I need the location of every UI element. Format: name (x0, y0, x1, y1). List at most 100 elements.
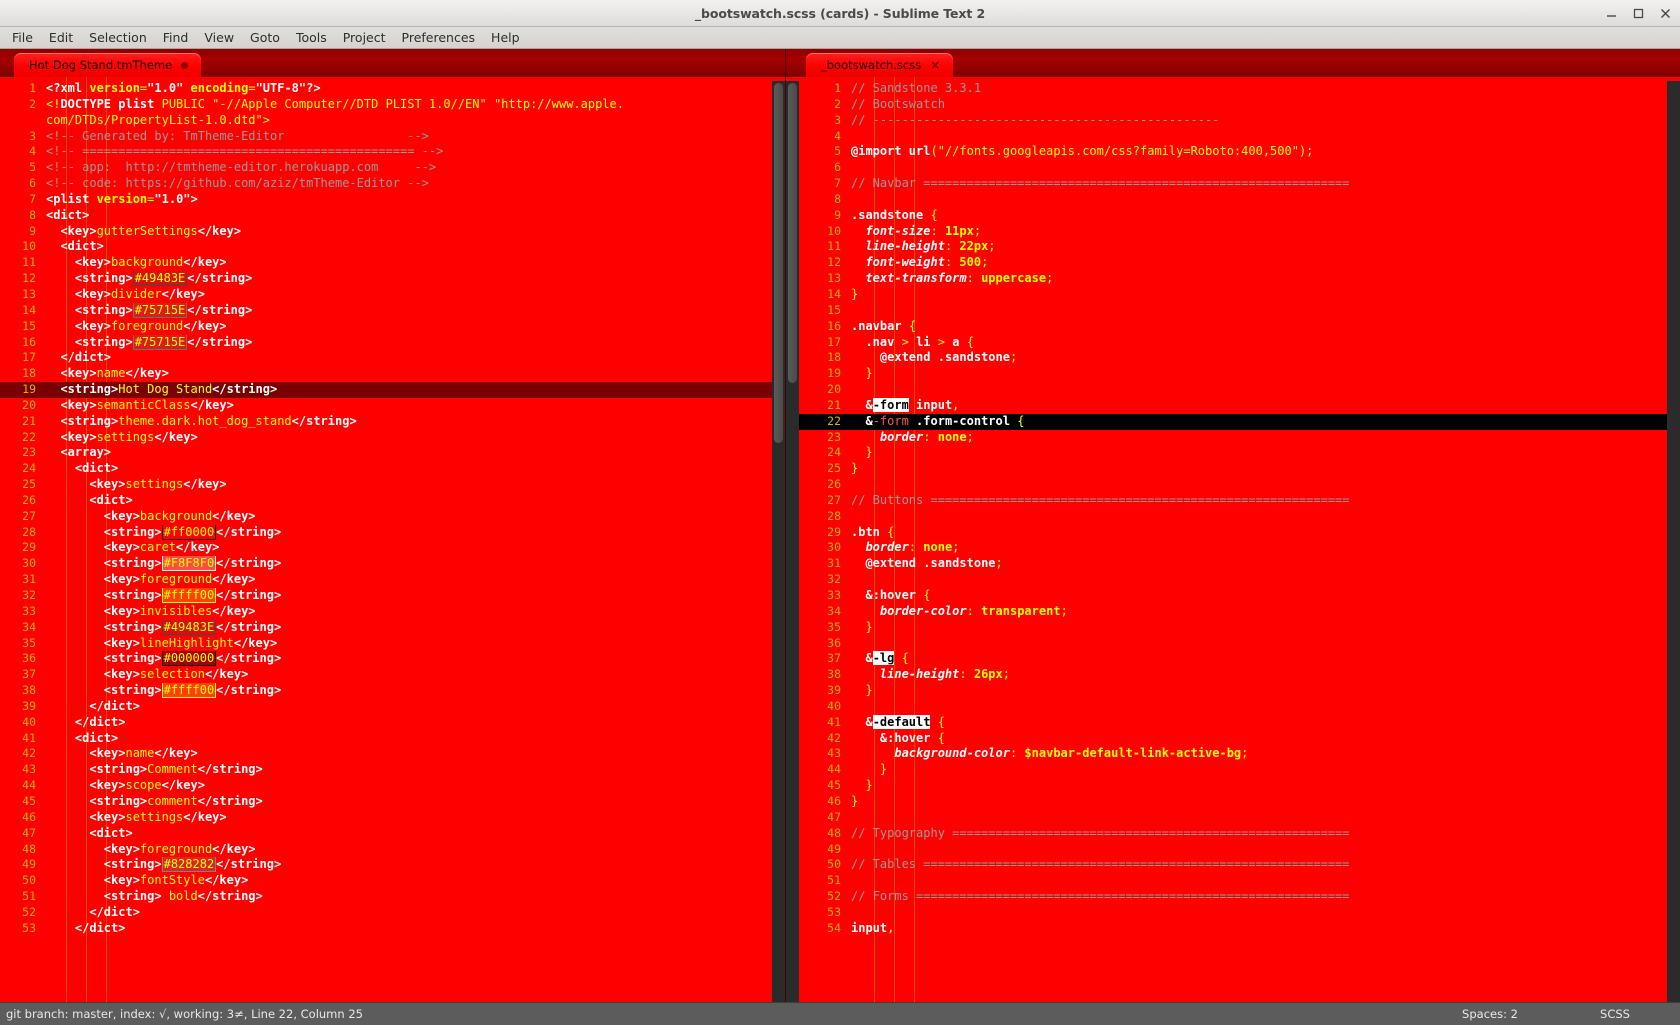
code-view-scss[interactable]: 1 // Sandstone 3.3.1 2 // Bootswatch 3 // ---… (799, 77, 1680, 1002)
code-text[interactable]: </dict> (46, 350, 785, 366)
code-line[interactable]: 3 <!-- Generated by: TmTheme-Editor --> (0, 129, 785, 145)
code-text[interactable]: } (851, 461, 1680, 477)
code-line[interactable]: 30 <string> #F8F8F0 </string> (0, 556, 785, 572)
code-line[interactable]: 45 } (799, 778, 1680, 794)
code-line[interactable]: 34 <string> #49483E </string> (0, 619, 785, 636)
code-text[interactable]: <string> #ffff00 </string> (46, 683, 785, 699)
code-line[interactable]: 31 @extend .sandstone; (799, 556, 1680, 572)
code-text[interactable]: } (851, 366, 1680, 382)
code-text[interactable]: // Typography ==========================… (851, 826, 1680, 842)
code-line[interactable]: 28 <string> #ff0000 </string> (0, 524, 785, 541)
code-text[interactable]: <string> #000000 </string> (46, 651, 785, 667)
code-text[interactable]: <key>divider</key> (46, 287, 785, 303)
code-text[interactable]: <key>caret</key> (46, 540, 785, 556)
code-text[interactable] (851, 842, 1680, 858)
status-syntax-mode[interactable]: SCSS (1550, 1007, 1680, 1021)
code-text[interactable]: } (851, 620, 1680, 636)
code-line[interactable]: 25 <key>settings</key> (0, 477, 785, 493)
code-line[interactable]: 39 </dict> (0, 699, 785, 715)
code-line[interactable]: 15 (799, 303, 1680, 319)
close-icon[interactable] (1659, 7, 1672, 20)
code-line[interactable]: 40 </dict> (0, 715, 785, 731)
scrollbar-thumb[interactable] (788, 83, 797, 383)
code-line[interactable]: 11 <key>background</key> (0, 255, 785, 271)
code-line[interactable]: 21 &-form input, (799, 397, 1680, 414)
code-text[interactable]: .navbar { (851, 319, 1680, 335)
code-view-tmtheme[interactable]: 1 <?xml version="1.0" encoding="UTF-8"?> 2… (0, 77, 785, 1002)
code-text[interactable] (851, 192, 1680, 208)
tab-bootswatch-scss[interactable]: _bootswatch.scss × (806, 53, 954, 77)
code-text[interactable]: // Forms ===============================… (851, 889, 1680, 905)
code-line[interactable]: 16 <string> #75715E </string> (0, 334, 785, 351)
code-line[interactable]: 32 (799, 572, 1680, 588)
code-line[interactable]: 41 <dict> (0, 731, 785, 747)
code-line[interactable]: 13 <key>divider</key> (0, 287, 785, 303)
code-line[interactable]: 2 <!DOCTYPE plist PUBLIC "-//Apple Comput… (0, 97, 785, 113)
code-text[interactable] (851, 129, 1680, 145)
code-line[interactable]: 26 <dict> (0, 493, 785, 509)
code-text[interactable]: <string> #F8F8F0 </string> (46, 556, 785, 572)
code-line[interactable]: 39 } (799, 683, 1680, 699)
code-text[interactable]: <string>Hot Dog Stand</string> (46, 382, 785, 398)
code-text[interactable] (851, 509, 1680, 525)
code-line[interactable]: 10 <dict> (0, 239, 785, 255)
code-line[interactable]: 19 } (799, 366, 1680, 382)
code-line[interactable]: 43 <string>Comment</string> (0, 762, 785, 778)
code-text[interactable]: <key>foreground</key> (46, 842, 785, 858)
code-line[interactable]: 14} (799, 287, 1680, 303)
code-text[interactable]: // Buttons =============================… (851, 493, 1680, 509)
code-text[interactable]: </dict> (46, 715, 785, 731)
vertical-scrollbar-right[interactable] (786, 81, 799, 1002)
code-text[interactable]: // Bootswatch (851, 97, 1680, 113)
code-text[interactable]: } (851, 762, 1680, 778)
code-text[interactable]: &-lg { (851, 651, 1680, 667)
code-line[interactable]: 4 <!-- ==================================… (0, 144, 785, 160)
code-text[interactable] (851, 699, 1680, 715)
code-text[interactable]: .btn { (851, 525, 1680, 541)
code-line[interactable]: 1 <?xml version="1.0" encoding="UTF-8"?> (0, 81, 785, 97)
code-text[interactable]: @extend .sandstone; (851, 556, 1680, 572)
code-text[interactable]: <key>name</key> (46, 746, 785, 762)
code-text[interactable]: } (851, 287, 1680, 303)
code-line[interactable]: 52 // Forms =============================… (799, 889, 1680, 905)
code-line[interactable]: 7 // Navbar =============================… (799, 176, 1680, 192)
code-text[interactable]: <dict> (46, 239, 785, 255)
code-text[interactable]: <dict> (46, 208, 785, 224)
tab-hot-dog-stand-tmtheme[interactable]: Hot Dog Stand.tmTheme (14, 53, 202, 77)
code-text[interactable]: <dict> (46, 461, 785, 477)
vertical-scrollbar-left[interactable] (772, 81, 785, 1002)
code-text[interactable] (851, 873, 1680, 889)
code-line[interactable]: 35 <key>lineHighlight</key> (0, 636, 785, 652)
code-text[interactable]: <key>fontStyle</key> (46, 873, 785, 889)
code-line[interactable]: 25} (799, 461, 1680, 477)
code-line[interactable]: 16 .navbar { (799, 319, 1680, 335)
code-text[interactable]: <dict> (46, 731, 785, 747)
code-text[interactable]: <key>foreground</key> (46, 572, 785, 588)
code-line[interactable]: 43 background-color: $navbar-default-lin… (799, 746, 1680, 762)
code-line[interactable]: 8 <dict> (0, 208, 785, 224)
menu-item-selection[interactable]: Selection (81, 28, 155, 47)
code-text[interactable]: font-size: 11px; (851, 224, 1680, 240)
code-text[interactable]: line-height: 26px; (851, 667, 1680, 683)
code-line[interactable]: 22 <key>settings</key> (0, 430, 785, 446)
code-text[interactable]: <key>scope</key> (46, 778, 785, 794)
code-text[interactable] (851, 905, 1680, 921)
menu-item-edit[interactable]: Edit (41, 28, 81, 47)
code-line[interactable]: 2 // Bootswatch (799, 97, 1680, 113)
code-text[interactable]: @import url("//fonts.googleapis.com/css?… (851, 144, 1680, 160)
code-line[interactable]: 51 <string> bold</string> (0, 889, 785, 905)
code-text[interactable]: <key>lineHighlight</key> (46, 636, 785, 652)
code-line[interactable]: 14 <string> #75715E </string> (0, 302, 785, 319)
code-line[interactable]: 27 // Buttons ===========================… (799, 493, 1680, 509)
code-text[interactable]: <string> bold</string> (46, 889, 785, 905)
code-line[interactable]: 1 // Sandstone 3.3.1 (799, 81, 1680, 97)
code-text[interactable]: <string> #ff0000 </string> (46, 524, 785, 541)
code-text[interactable]: border-color: transparent; (851, 604, 1680, 620)
code-line[interactable]: 12 <string> #49483E </string> (0, 271, 785, 287)
code-text[interactable]: &-default { (851, 714, 1680, 731)
code-line[interactable]: 42 &:hover { (799, 731, 1680, 747)
code-line[interactable]: 53 </dict> (0, 921, 785, 937)
code-line[interactable]: 9 .sandstone { (799, 208, 1680, 224)
code-line[interactable]: 36 (799, 636, 1680, 652)
code-line[interactable]: 48 <key>foreground</key> (0, 842, 785, 858)
